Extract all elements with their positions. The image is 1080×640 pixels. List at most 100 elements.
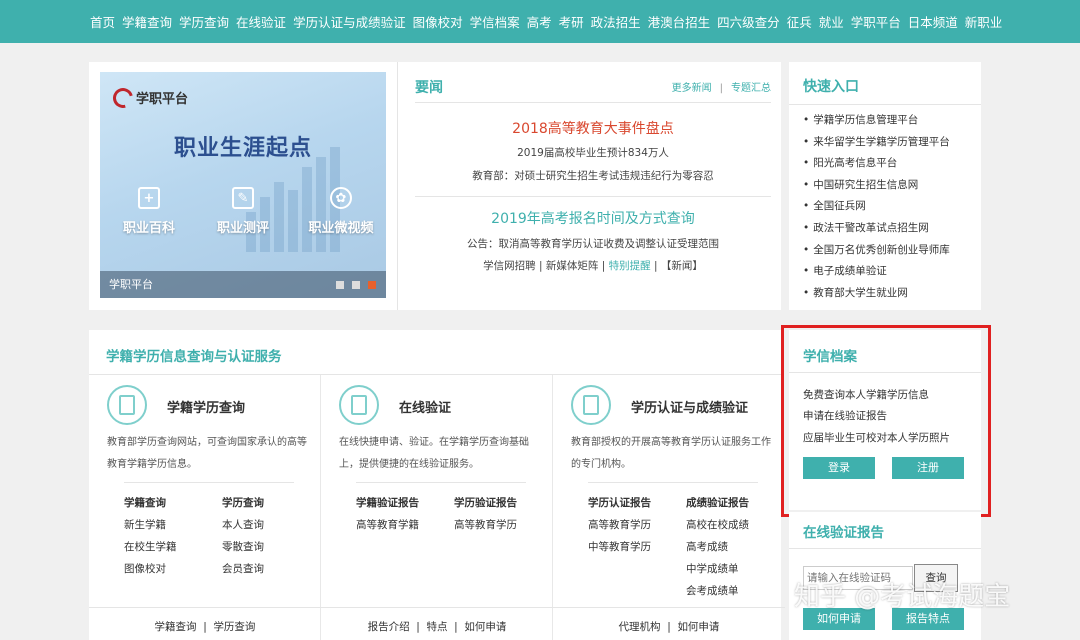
- news-item[interactable]: 2019届高校毕业生预计834万人: [415, 145, 771, 160]
- quick-entry-item[interactable]: 教育部大学生就业网: [803, 285, 950, 307]
- banner-logo: 学职平台: [110, 86, 188, 108]
- highlight-box: [781, 325, 991, 517]
- banner-carousel[interactable]: 学职平台 职业生涯起点 + 职业百科 ✎ 职业测评 ✿ 职业微视频 学职平台: [100, 72, 386, 298]
- banner-feature-label: 职业微视频: [308, 221, 374, 236]
- quick-entry-item[interactable]: 政法干警改革试点招生网: [803, 220, 950, 242]
- topics-link[interactable]: 专题汇总: [731, 83, 771, 94]
- jobs-link[interactable]: 学信网招聘: [483, 260, 536, 272]
- service-links: 学籍验证报告 学历验证报告 高等教育学籍 高等教育学历: [356, 495, 546, 534]
- service-desc: 教育部授权的开展高等教育学历认证服务工作的专门机构。: [571, 437, 771, 470]
- watermark: 知乎 @考试海题宝: [794, 582, 1011, 612]
- divider: [321, 607, 553, 608]
- service-link[interactable]: 中等教育学历: [588, 539, 686, 556]
- footer-link[interactable]: 如何申请: [677, 621, 719, 633]
- footer-link[interactable]: 报告介绍: [368, 621, 410, 633]
- service-link[interactable]: 学籍验证报告: [356, 495, 454, 512]
- nav-item[interactable]: 学历查询: [179, 12, 229, 31]
- service-link[interactable]: 学历认证报告: [588, 495, 686, 512]
- divider: [397, 62, 398, 310]
- film-reel-icon: ✿: [330, 187, 352, 209]
- top-nav: 首页 学籍查询 学历查询 在线验证 学历认证与成绩验证 图像校对 学信档案 高考 考研 政法招生港…: [0, 0, 1080, 43]
- document-search-icon: [107, 385, 147, 425]
- quick-entry-item[interactable]: 阳光高考信息平台: [803, 155, 950, 177]
- more-news-link[interactable]: 更多新闻: [672, 83, 712, 94]
- carousel-dot[interactable]: [336, 281, 344, 289]
- banner-logo-text: 学职平台: [136, 91, 189, 107]
- footer-link[interactable]: 学籍查询: [155, 621, 197, 633]
- new-media-link[interactable]: 新媒体矩阵: [546, 260, 599, 272]
- carousel-dot-active[interactable]: [368, 281, 376, 289]
- carousel-dot[interactable]: [352, 281, 360, 289]
- service-link[interactable]: 学历验证报告: [454, 495, 552, 512]
- verify-title: 在线验证报告: [803, 525, 884, 541]
- banner-feature-video[interactable]: ✿ 职业微视频: [296, 187, 386, 236]
- service-name[interactable]: 学历认证与成绩验证: [631, 397, 748, 416]
- service-link[interactable]: 高校在校成绩: [686, 517, 784, 534]
- nav-item[interactable]: 考研: [559, 12, 584, 31]
- news-headline-2[interactable]: 2019年高考报名时间及方式查询: [415, 208, 771, 228]
- service-link[interactable]: 成绩验证报告: [686, 495, 784, 512]
- service-col-certify: 学历认证与成绩验证 教育部授权的开展高等教育学历认证服务工作的专门机构。 学历认…: [553, 375, 785, 640]
- service-link[interactable]: 在校生学籍: [124, 539, 222, 556]
- quick-entry-item[interactable]: 电子成绩单验证: [803, 263, 950, 285]
- service-link[interactable]: 会员查询: [222, 561, 320, 578]
- news-link[interactable]: 【新闻】: [661, 260, 703, 272]
- quick-entry-item[interactable]: 中国研究生招生信息网: [803, 177, 950, 199]
- divider: [415, 196, 771, 197]
- quick-entry-item[interactable]: 全国万名优秀创新创业导师库: [803, 242, 950, 264]
- service-link[interactable]: 新生学籍: [124, 517, 222, 534]
- nav-item[interactable]: 学信档案: [470, 12, 520, 31]
- nav-item[interactable]: 高考: [527, 12, 552, 31]
- service-link-empty: [588, 583, 686, 600]
- nav-item[interactable]: 征兵: [787, 12, 812, 31]
- special-notice-link[interactable]: 特别提醒: [609, 260, 651, 272]
- service-name[interactable]: 在线验证: [399, 397, 451, 416]
- service-link[interactable]: 高考成绩: [686, 539, 784, 556]
- divider: [89, 607, 321, 608]
- service-link[interactable]: 零散查询: [222, 539, 320, 556]
- nav-item[interactable]: 新职业: [965, 12, 1003, 31]
- news-item[interactable]: 教育部：对硕士研究生招生考试违规违纪行为零容忍: [415, 168, 771, 183]
- bird-logo-icon: [110, 86, 130, 108]
- nav-item[interactable]: 政法招生: [591, 12, 641, 31]
- banner-feature-encyclopedia[interactable]: + 职业百科: [104, 187, 194, 236]
- nav-item[interactable]: 就业: [819, 12, 844, 31]
- divider: [553, 607, 785, 608]
- news-headline-1[interactable]: 2018高等教育大事件盘点: [415, 118, 771, 138]
- footer-link[interactable]: 特点: [427, 621, 448, 633]
- divider: [356, 482, 526, 483]
- nav-item[interactable]: 港澳台招生: [648, 12, 711, 31]
- service-footer-links: 学籍查询 | 学历查询: [154, 621, 256, 633]
- banner-feature-label: 职业测评: [216, 221, 269, 236]
- footer-link[interactable]: 代理机构: [619, 621, 661, 633]
- nav-item[interactable]: 学籍查询: [122, 12, 172, 31]
- nav-item[interactable]: 日本频道: [908, 12, 958, 31]
- service-link[interactable]: 高等教育学籍: [356, 517, 454, 534]
- quick-entry-item[interactable]: 学籍学历信息管理平台: [803, 112, 950, 134]
- news-item[interactable]: 公告：取消高等教育学历认证收费及调整认证受理范围: [415, 236, 771, 251]
- certificate-icon: [571, 385, 611, 425]
- banner-feature-label: 职业百科: [122, 221, 175, 236]
- service-links: 学历认证报告 成绩验证报告 高等教育学历 高校在校成绩 中等教育学历 高考成绩 …: [588, 495, 778, 600]
- nav-item[interactable]: 在线验证: [236, 12, 286, 31]
- quick-entry-item[interactable]: 全国征兵网: [803, 198, 950, 220]
- footer-link[interactable]: 学历查询: [213, 621, 255, 633]
- service-link[interactable]: 图像校对: [124, 561, 222, 578]
- banner-feature-assessment[interactable]: ✎ 职业测评: [198, 187, 288, 236]
- service-link[interactable]: 高等教育学历: [454, 517, 552, 534]
- service-link[interactable]: 高等教育学历: [588, 517, 686, 534]
- service-link[interactable]: 学历查询: [222, 495, 320, 512]
- service-link[interactable]: 学籍查询: [124, 495, 222, 512]
- nav-item[interactable]: 学历认证与成绩验证: [293, 12, 406, 31]
- nav-item[interactable]: 学职平台: [851, 12, 901, 31]
- service-link[interactable]: 本人查询: [222, 517, 320, 534]
- service-link[interactable]: 会考成绩单: [686, 583, 784, 600]
- nav-item[interactable]: 图像校对: [413, 12, 463, 31]
- quick-entry-item[interactable]: 来华留学生学籍学历管理平台: [803, 134, 950, 156]
- nav-item[interactable]: 首页: [90, 12, 115, 31]
- service-name[interactable]: 学籍学历查询: [167, 397, 245, 416]
- nav-item[interactable]: 四六级查分: [717, 12, 780, 31]
- service-link[interactable]: 中学成绩单: [686, 561, 784, 578]
- quick-entry-title: 快速入口: [803, 79, 859, 95]
- footer-link[interactable]: 如何申请: [464, 621, 506, 633]
